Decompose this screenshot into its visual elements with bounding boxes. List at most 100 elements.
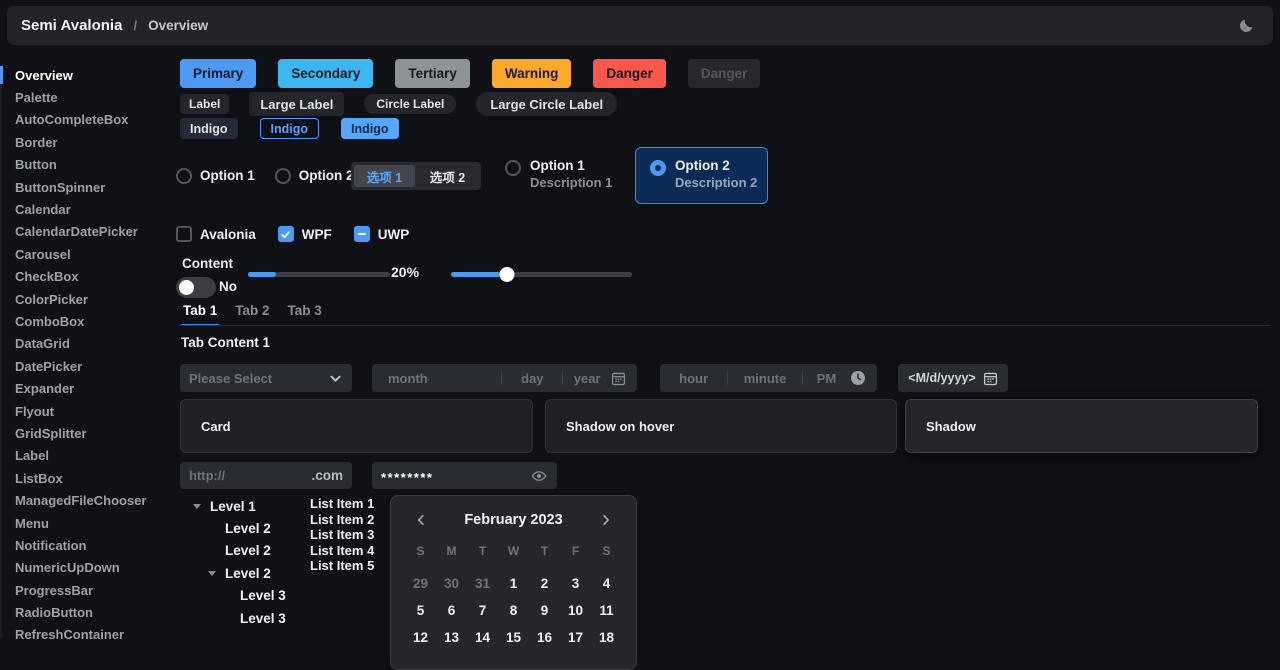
calendar-day-cell[interactable]: 1 bbox=[498, 570, 529, 597]
calendar-day-cell[interactable]: 5 bbox=[405, 597, 436, 624]
sidebar-item-notification[interactable]: Notification bbox=[0, 534, 178, 556]
calendar-icon[interactable] bbox=[611, 371, 637, 386]
sidebar-item-calendar[interactable]: Calendar bbox=[0, 198, 178, 220]
sidebar-item-flyout[interactable]: Flyout bbox=[0, 400, 178, 422]
calendar-day-cell[interactable]: 4 bbox=[591, 570, 622, 597]
radio-option-1[interactable]: Option 1 bbox=[176, 168, 255, 184]
radio-card-description: Description 1 bbox=[530, 175, 612, 190]
calendar-day-cell[interactable]: 11 bbox=[591, 597, 622, 624]
eye-icon[interactable] bbox=[531, 468, 547, 484]
combobox-please-select[interactable]: Please Select bbox=[180, 364, 352, 392]
sidebar-item-colorpicker[interactable]: ColorPicker bbox=[0, 288, 178, 310]
sidebar-item-checkbox[interactable]: CheckBox bbox=[0, 266, 178, 288]
tree-expander-icon[interactable] bbox=[208, 571, 225, 576]
list-item[interactable]: List Item 3 bbox=[310, 527, 374, 543]
clock-icon[interactable] bbox=[850, 370, 877, 386]
sidebar-item-menu[interactable]: Menu bbox=[0, 512, 178, 534]
calendar-day-cell[interactable]: 31 bbox=[467, 570, 498, 597]
sidebar-item-expander[interactable]: Expander bbox=[0, 377, 178, 399]
sidebar-item-gridsplitter[interactable]: GridSplitter bbox=[0, 422, 178, 444]
date-segment-day[interactable]: day bbox=[502, 364, 562, 392]
sidebar-item-calendardatepicker[interactable]: CalendarDatePicker bbox=[0, 221, 178, 243]
sidebar-item-label[interactable]: Label bbox=[0, 445, 178, 467]
tree-node-level-3[interactable]: Level 3 bbox=[180, 585, 305, 607]
warning-button[interactable]: Warning bbox=[492, 59, 572, 88]
radio-option-2[interactable]: Option 2 bbox=[275, 168, 354, 184]
sidebar-item-palette[interactable]: Palette bbox=[0, 86, 178, 108]
radio-card-option-1[interactable]: Option 1 Description 1 bbox=[505, 158, 612, 190]
tree-expander-icon[interactable] bbox=[193, 504, 210, 509]
breadcrumb-separator: / bbox=[133, 18, 137, 33]
tree-node-level-2[interactable]: Level 2 bbox=[180, 517, 305, 539]
sidebar-item-numericupdown[interactable]: NumericUpDown bbox=[0, 557, 178, 579]
calendar-day-cell[interactable]: 10 bbox=[560, 597, 591, 624]
toggle-switch[interactable] bbox=[176, 277, 216, 298]
calendar-title[interactable]: February 2023 bbox=[464, 512, 562, 528]
calendar-day-cell[interactable]: 6 bbox=[436, 597, 467, 624]
calendar-day-cell[interactable]: 3 bbox=[560, 570, 591, 597]
slider-2[interactable] bbox=[451, 272, 632, 277]
sidebar-item-overview[interactable]: Overview bbox=[0, 64, 178, 86]
calendar-prev-button[interactable] bbox=[413, 512, 429, 528]
tree-node-level-1[interactable]: Level 1 bbox=[180, 495, 305, 517]
time-segment-meridiem[interactable]: PM bbox=[803, 364, 850, 392]
calendar-day-cell[interactable]: 30 bbox=[436, 570, 467, 597]
danger-button[interactable]: Danger bbox=[593, 59, 666, 88]
calendar-day-cell[interactable]: 29 bbox=[405, 570, 436, 597]
calendar-day-cell[interactable]: 8 bbox=[498, 597, 529, 624]
primary-button[interactable]: Primary bbox=[180, 59, 256, 88]
list-item[interactable]: List Item 4 bbox=[310, 543, 374, 559]
sidebar-item-datepicker[interactable]: DatePicker bbox=[0, 355, 178, 377]
danger-disabled-button[interactable]: Danger bbox=[688, 59, 761, 88]
segmented-control: 选项 1选项 2 bbox=[351, 162, 481, 190]
calendar-next-button[interactable] bbox=[598, 512, 614, 528]
sidebar-item-border[interactable]: Border bbox=[0, 131, 178, 153]
sidebar-item-radiobutton[interactable]: RadioButton bbox=[0, 601, 178, 623]
tertiary-button[interactable]: Tertiary bbox=[395, 59, 470, 88]
time-segment-hour[interactable]: hour bbox=[660, 364, 727, 392]
checkbox-avalonia[interactable]: Avalonia bbox=[176, 226, 256, 242]
tab-divider bbox=[180, 325, 1270, 326]
tree-node-level-2[interactable]: Level 2 bbox=[180, 562, 305, 584]
list-item[interactable]: List Item 2 bbox=[310, 512, 374, 528]
calendar-day-cell[interactable]: 9 bbox=[529, 597, 560, 624]
sidebar-item-refreshcontainer[interactable]: RefreshContainer bbox=[0, 624, 178, 646]
sidebar-item-carousel[interactable]: Carousel bbox=[0, 243, 178, 265]
time-picker[interactable]: hour minute PM bbox=[660, 364, 877, 392]
time-segment-minute[interactable]: minute bbox=[728, 364, 802, 392]
sidebar-item-combobox[interactable]: ComboBox bbox=[0, 310, 178, 332]
sidebar-item-buttonspinner[interactable]: ButtonSpinner bbox=[0, 176, 178, 198]
sidebar-item-progressbar[interactable]: ProgressBar bbox=[0, 579, 178, 601]
chevron-down-icon bbox=[329, 372, 342, 385]
date-segment-year[interactable]: year bbox=[563, 364, 611, 392]
segmented-option-1[interactable]: 选项 1 bbox=[354, 165, 415, 187]
sidebar-item-listbox[interactable]: ListBox bbox=[0, 467, 178, 489]
radio-card-option-2-selected[interactable]: Option 2 Description 2 bbox=[635, 147, 768, 204]
calendar-date-picker[interactable]: <M/d/yyyy> bbox=[898, 364, 1008, 392]
list-item[interactable]: List Item 5 bbox=[310, 558, 374, 574]
sidebar-item-button[interactable]: Button bbox=[0, 154, 178, 176]
tab-tab-1[interactable]: Tab 1 bbox=[181, 303, 219, 326]
sidebar-item-autocompletebox[interactable]: AutoCompleteBox bbox=[0, 109, 178, 131]
tab-tab-3[interactable]: Tab 3 bbox=[286, 303, 324, 326]
secondary-button[interactable]: Secondary bbox=[278, 59, 373, 88]
sidebar-item-datagrid[interactable]: DataGrid bbox=[0, 333, 178, 355]
tree-node-level-3[interactable]: Level 3 bbox=[180, 607, 305, 629]
calendar-day-cell[interactable]: 7 bbox=[467, 597, 498, 624]
tree-node-level-2[interactable]: Level 2 bbox=[180, 540, 305, 562]
slider-1[interactable] bbox=[248, 272, 390, 277]
url-input[interactable]: http:// .com bbox=[180, 462, 352, 489]
tab-tab-2[interactable]: Tab 2 bbox=[233, 303, 271, 326]
slider-thumb[interactable] bbox=[500, 267, 515, 282]
tree-node-label: Level 2 bbox=[225, 543, 271, 558]
password-input[interactable]: ******** bbox=[372, 462, 557, 489]
calendar-day-cell[interactable]: 2 bbox=[529, 570, 560, 597]
segmented-option-2[interactable]: 选项 2 bbox=[417, 165, 478, 187]
sidebar-item-managedfilechooser[interactable]: ManagedFileChooser bbox=[0, 489, 178, 511]
list-item[interactable]: List Item 1 bbox=[310, 496, 374, 512]
checkbox-wpf[interactable]: WPF bbox=[278, 226, 332, 242]
date-segment-month[interactable]: month bbox=[372, 364, 501, 392]
theme-toggle-button[interactable] bbox=[1233, 13, 1259, 39]
checkbox-uwp[interactable]: UWP bbox=[354, 226, 410, 242]
date-picker[interactable]: month day year bbox=[372, 364, 637, 392]
